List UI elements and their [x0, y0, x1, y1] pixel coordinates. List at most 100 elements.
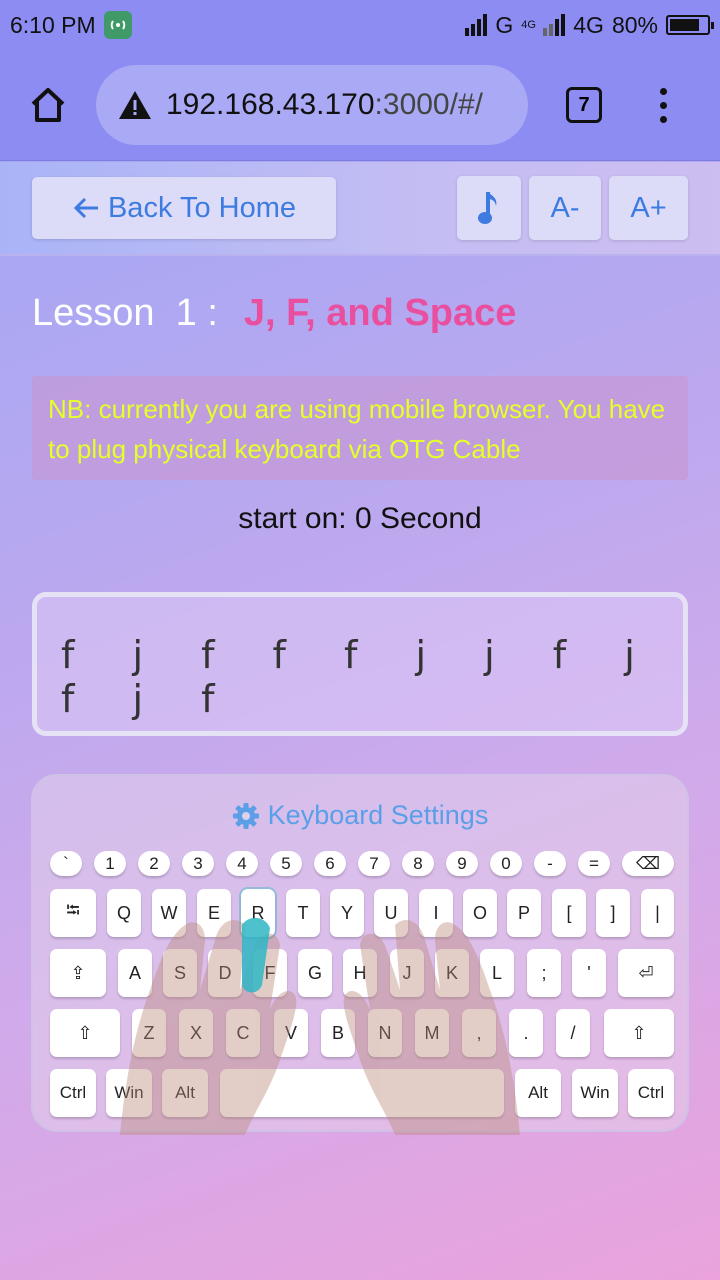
win-key[interactable]: Win	[106, 1069, 152, 1117]
url-path: :3000/#/	[374, 88, 483, 121]
battery-percent: 80%	[611, 11, 658, 38]
c-key[interactable]: C	[226, 1009, 260, 1057]
win-key[interactable]: Win	[572, 1069, 618, 1117]
ctrl-key[interactable]: Ctrl	[50, 1069, 96, 1117]
keyboard-settings-label: Keyboard Settings	[267, 800, 489, 830]
music-toggle-button[interactable]	[457, 176, 521, 240]
lesson-name: J, F, and Space	[243, 292, 517, 334]
4-key[interactable]: 4	[226, 851, 258, 876]
o-key[interactable]: O	[463, 889, 497, 937]
backtick-key[interactable]: `	[50, 851, 82, 876]
x-key[interactable]: X	[179, 1009, 213, 1057]
l-key[interactable]: L	[480, 949, 514, 997]
b-key[interactable]: B	[321, 1009, 355, 1057]
status-indicators: G 4G 4G 80%	[465, 11, 714, 39]
v-key[interactable]: V	[274, 1009, 308, 1057]
tabs-button[interactable]: 7	[566, 87, 602, 123]
g-key[interactable]: G	[298, 949, 332, 997]
app-toolbar: Back To Home A- A+	[0, 162, 720, 256]
p-key[interactable]: P	[507, 889, 541, 937]
font-larger-button[interactable]: A+	[609, 176, 688, 240]
space-key[interactable]	[220, 1069, 504, 1117]
3-key[interactable]: 3	[182, 851, 214, 876]
typing-area[interactable]: f j f f f j j f j f j f	[32, 592, 688, 736]
equals-key[interactable]: =	[578, 851, 610, 876]
home-icon	[31, 88, 65, 122]
m-key[interactable]: M	[415, 1009, 449, 1057]
mobile-notice: NB: currently you are using mobile brows…	[32, 376, 688, 480]
start-timer: start on: 0 Second	[238, 502, 482, 535]
font-smaller-button[interactable]: A-	[529, 176, 601, 240]
f-key[interactable]: F	[253, 949, 287, 997]
battery-icon	[666, 15, 714, 35]
i-key[interactable]: I	[419, 889, 453, 937]
k-key[interactable]: K	[435, 949, 469, 997]
u-key[interactable]: U	[374, 889, 408, 937]
comma-key[interactable]: ,	[462, 1009, 496, 1057]
virtual-keyboard: Keyboard Settings ` 1 2 3 4 5 6 7 8 9 0- = ⌫ ⭾ Q W E R T Y U…	[31, 774, 689, 1132]
semicolon-key[interactable]: ;	[527, 949, 561, 997]
h-key[interactable]: H	[343, 949, 377, 997]
j-key[interactable]: J	[390, 949, 424, 997]
2-key[interactable]: 2	[138, 851, 170, 876]
tabs-count: 7	[578, 93, 590, 116]
y-key[interactable]: Y	[330, 889, 364, 937]
signal-icon-2	[543, 14, 566, 36]
w-key[interactable]: W	[152, 889, 186, 937]
back-to-home-button[interactable]: Back To Home	[32, 177, 336, 239]
back-to-home-label: Back To Home	[107, 191, 297, 224]
a-key[interactable]: A	[118, 949, 152, 997]
e-key[interactable]: E	[197, 889, 231, 937]
hotspot-icon	[103, 11, 132, 39]
lesson-prefix: Lesson 1 :	[32, 292, 218, 334]
backspace-key[interactable]: ⌫	[622, 851, 674, 876]
z-key[interactable]: Z	[132, 1009, 166, 1057]
music-note-icon	[478, 192, 497, 224]
n-key[interactable]: N	[368, 1009, 402, 1057]
period-key[interactable]: .	[509, 1009, 543, 1057]
arrow-left-icon	[72, 196, 100, 220]
q-key[interactable]: Q	[107, 889, 141, 937]
quote-key[interactable]: '	[572, 949, 606, 997]
gear-icon	[232, 802, 259, 829]
slash-key[interactable]: /	[556, 1009, 590, 1057]
9-key[interactable]: 9	[446, 851, 478, 876]
shift-key[interactable]: ⇧	[50, 1009, 120, 1057]
warning-icon	[118, 90, 152, 120]
7-key[interactable]: 7	[358, 851, 390, 876]
ctrl-key[interactable]: Ctrl	[628, 1069, 674, 1117]
typing-text: f j f f f j j f j f j f	[61, 633, 658, 721]
status-bar: 6:10 PM G 4G 4G 80%	[0, 0, 720, 50]
signal-icon	[465, 14, 488, 36]
shift-key[interactable]: ⇧	[604, 1009, 674, 1057]
status-time: 6:10 PM	[10, 11, 96, 38]
r-key[interactable]: R	[241, 889, 275, 937]
network-type-1: G	[495, 11, 514, 38]
lesson-title: Lesson 1 : J, F, and Space	[32, 292, 516, 335]
left-bracket-key[interactable]: [	[552, 889, 586, 937]
d-key[interactable]: D	[208, 949, 242, 997]
caps-lock-key[interactable]: ⇪	[50, 949, 106, 997]
alt-key[interactable]: Alt	[162, 1069, 208, 1117]
0-key[interactable]: 0	[490, 851, 522, 876]
enter-key[interactable]: ⏎	[618, 949, 674, 997]
1-key[interactable]: 1	[94, 851, 126, 876]
minus-key[interactable]: -	[534, 851, 566, 876]
browser-bar: 192.168.43.170:3000/#/ 7	[0, 50, 720, 161]
t-key[interactable]: T	[286, 889, 320, 937]
tab-key[interactable]: ⭾	[50, 889, 96, 937]
url-host: 192.168.43.170	[166, 88, 375, 121]
network-type-2: 4G	[573, 11, 604, 38]
home-button[interactable]	[18, 75, 78, 135]
right-bracket-key[interactable]: ]	[596, 889, 630, 937]
pipe-key[interactable]: |	[641, 889, 674, 937]
keyboard-settings-button[interactable]: Keyboard Settings	[33, 800, 687, 831]
6-key[interactable]: 6	[314, 851, 346, 876]
8-key[interactable]: 8	[402, 851, 434, 876]
alt-key[interactable]: Alt	[515, 1069, 561, 1117]
network-small-label: 4G	[521, 18, 536, 31]
menu-icon[interactable]	[660, 87, 667, 123]
5-key[interactable]: 5	[270, 851, 302, 876]
address-bar[interactable]: 192.168.43.170:3000/#/	[96, 65, 528, 145]
s-key[interactable]: S	[163, 949, 197, 997]
